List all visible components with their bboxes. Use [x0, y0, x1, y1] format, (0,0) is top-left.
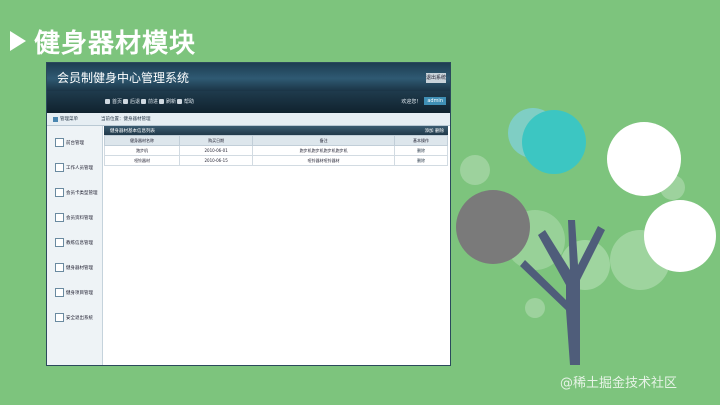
table-row: 哑铃器材 2010-06-15 哑铃器材哑铃器材 删除	[103, 155, 448, 166]
delete-link[interactable]: 删除	[394, 155, 448, 166]
sidebar-item[interactable]: 教练信息管理	[55, 238, 93, 247]
nav-back[interactable]: 后退	[123, 98, 140, 105]
circle-decoration	[607, 122, 681, 196]
nav-help[interactable]: 帮助	[177, 98, 194, 105]
app-title: 会员制健身中心管理系统	[57, 71, 190, 85]
doc-icon	[55, 138, 64, 147]
delete-link[interactable]: 删除	[394, 145, 448, 156]
doc-icon	[55, 213, 64, 222]
doc-icon	[55, 263, 64, 272]
main-content: 健身器材基本信息列表 添加 删除 健身器材名称 购买日期 备注 基本操作 跑步机…	[103, 126, 448, 365]
logout-button[interactable]: 退出系统	[426, 73, 446, 83]
refresh-icon	[159, 99, 164, 104]
tree-trunk-icon	[520, 220, 605, 365]
circle-decoration	[644, 200, 716, 272]
app-window: 会员制健身中心管理系统 退出系统 首页 后退 前进 刷新 帮助 欢迎您！ adm…	[46, 62, 451, 366]
doc-icon	[55, 313, 64, 322]
sidebar-item[interactable]: 健身项目管理	[55, 288, 93, 297]
user-info: 欢迎您！ admin	[401, 97, 446, 105]
doc-icon	[55, 288, 64, 297]
nav-forward[interactable]: 前进	[141, 98, 158, 105]
circle-decoration	[460, 155, 490, 185]
sidebar-item[interactable]: 安全退出系统	[55, 313, 93, 322]
col-header: 备注	[252, 135, 396, 146]
back-icon	[123, 99, 128, 104]
col-header: 购买日期	[179, 135, 254, 146]
top-nav: 首页 后退 前进 刷新 帮助 欢迎您！ admin	[47, 91, 450, 113]
sidebar-item[interactable]: 工作人员管理	[55, 163, 93, 172]
menu-icon	[53, 116, 58, 122]
col-header: 基本操作	[394, 135, 448, 146]
nav-home[interactable]: 首页	[105, 98, 122, 105]
sidebar-item[interactable]: 前台管理	[55, 138, 84, 147]
breadcrumb: 管理菜单 当前位置：健身器材管理	[47, 113, 450, 126]
forward-icon	[141, 99, 146, 104]
help-icon	[177, 99, 182, 104]
doc-icon	[55, 163, 64, 172]
slide-title-text: 健身器材模块	[34, 28, 197, 59]
col-header: 健身器材名称	[103, 135, 181, 146]
equipment-table: 健身器材名称 购买日期 备注 基本操作 跑步机 2010-06-01 跑步机跑步…	[103, 135, 448, 166]
circle-decoration	[456, 190, 530, 264]
home-icon	[105, 99, 110, 104]
slide-title: 健身器材模块	[10, 22, 196, 60]
sidebar-item[interactable]: 会员资料管理	[55, 213, 93, 222]
circle-decoration	[522, 110, 586, 174]
app-header: 会员制健身中心管理系统 退出系统	[47, 63, 450, 91]
sidebar-item[interactable]: 健身器材管理	[55, 263, 93, 272]
doc-icon	[55, 188, 64, 197]
watermark: @稀土掘金技术社区	[560, 376, 678, 391]
user-name: admin	[424, 97, 446, 105]
play-triangle-icon	[10, 31, 26, 51]
nav-refresh[interactable]: 刷新	[159, 98, 176, 105]
doc-icon	[55, 238, 64, 247]
panel-actions[interactable]: 添加 删除	[425, 128, 444, 134]
sidebar-item[interactable]: 会员卡类型管理	[55, 188, 98, 197]
panel-header: 健身器材基本信息列表 添加 删除	[104, 126, 448, 135]
table-row: 跑步机 2010-06-01 跑步机跑步机跑步机跑步机 删除	[103, 145, 448, 156]
sidebar: 前台管理 工作人员管理 会员卡类型管理 会员资料管理 教练信息管理 健身器材管理…	[47, 126, 103, 365]
